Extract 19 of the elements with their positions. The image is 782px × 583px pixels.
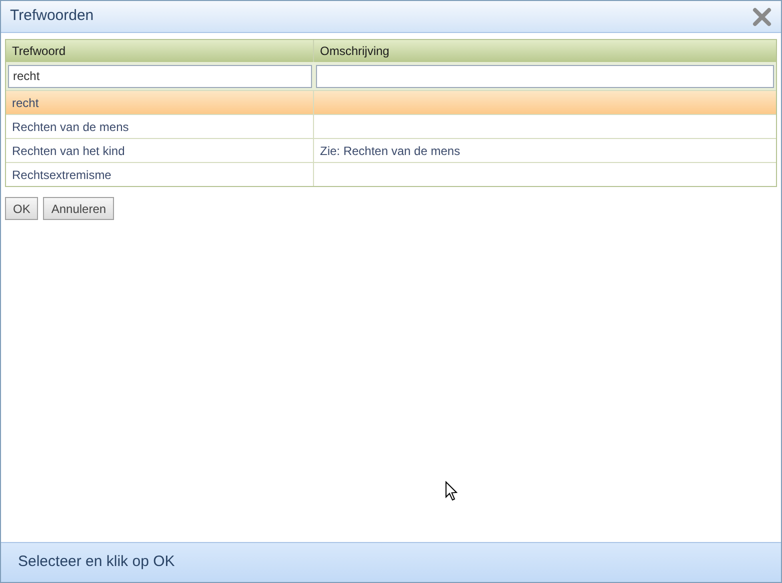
column-header[interactable]: Omschrijving — [320, 42, 390, 60]
table-row[interactable]: Rechtsextremisme — [6, 162, 776, 186]
table-cell-text: recht — [12, 94, 39, 112]
status-text: Selecteer en klik op OK — [18, 552, 175, 572]
cancel-button[interactable]: Annuleren — [43, 197, 114, 220]
ok-button[interactable]: OK — [5, 197, 38, 220]
table-row[interactable]: Rechten van het kind Zie: Rechten van de mens — [6, 138, 776, 162]
table-cell-text: Zie: Rechten van de mens — [320, 142, 460, 160]
filter-field[interactable]: recht — [8, 64, 312, 88]
table-row[interactable]: recht — [6, 90, 776, 114]
table-row[interactable]: Rechten van de mens — [6, 114, 776, 138]
mouse-pointer-icon — [445, 481, 458, 501]
column-header[interactable]: Trefwoord — [12, 42, 66, 60]
filter-field[interactable] — [316, 64, 774, 88]
window-title: Trefwoorden — [10, 6, 94, 26]
close-icon[interactable] — [752, 6, 772, 26]
table-cell-text: Rechtsextremisme — [12, 166, 112, 184]
table-cell-text: Rechten van het kind — [12, 142, 125, 160]
table-cell-text: Rechten van de mens — [12, 118, 129, 136]
